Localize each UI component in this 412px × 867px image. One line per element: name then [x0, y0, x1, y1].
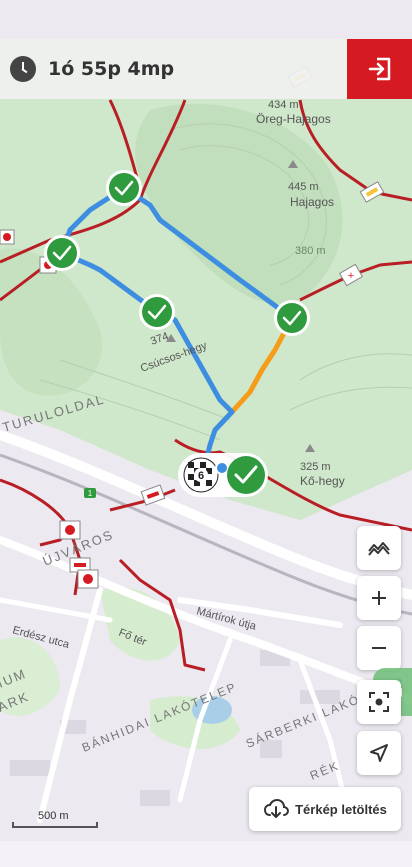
checkpoint-number: 6: [198, 470, 204, 482]
terrain-button[interactable]: [357, 526, 401, 570]
bottom-strip: [0, 841, 412, 867]
svg-text:+: +: [348, 270, 354, 282]
checkpoint-1[interactable]: [106, 170, 142, 206]
peak-name-ko-hegy: Kő-hegy: [300, 474, 345, 488]
focus-icon: [369, 692, 389, 712]
map-download-button[interactable]: Térkép letöltés: [249, 787, 401, 831]
peak-elev-hajagos: 445 m: [288, 181, 319, 193]
locate-button[interactable]: [357, 680, 401, 724]
zoom-out-button[interactable]: [357, 626, 401, 670]
peak-name-oreg-hajagos: Öreg-Hajagos: [256, 112, 331, 126]
minus-icon: [372, 647, 386, 649]
exit-icon: [368, 57, 390, 81]
checkpoint-2[interactable]: [44, 235, 80, 271]
map-scale: 500 m: [12, 810, 98, 828]
peak-elev-oreg-hajagos: 434 m: [268, 99, 299, 111]
map-download-label: Térkép letöltés: [295, 801, 387, 817]
checkpoint-4[interactable]: [274, 300, 310, 336]
scale-bar: [12, 822, 98, 828]
checkpoint-3[interactable]: [139, 294, 175, 330]
zoom-in-button[interactable]: [357, 576, 401, 620]
cloud-download-icon: [264, 799, 290, 818]
plus-icon: [372, 591, 386, 605]
timer-bar: 1ó 55p 4mp: [0, 39, 347, 99]
terrain-icon: [368, 542, 390, 556]
scale-label: 500 m: [38, 810, 69, 822]
exit-button[interactable]: [347, 39, 412, 99]
peak-name-hajagos: Hajagos: [290, 195, 334, 209]
finish-checkpoint[interactable]: 6: [178, 453, 268, 497]
peak-elev-ko-hegy: 325 m: [300, 461, 331, 473]
contour-label: 380 m: [295, 245, 326, 257]
navigate-button[interactable]: [357, 731, 401, 775]
road-shield-label: 1: [88, 489, 93, 498]
clock-icon: [10, 56, 36, 82]
elapsed-time: 1ó 55p 4mp: [48, 58, 175, 80]
navigation-arrow-icon: [370, 744, 388, 762]
map-canvas[interactable]: + 1 434 m Öreg-Hajagos 445 m Hajagos 380…: [0, 0, 412, 867]
